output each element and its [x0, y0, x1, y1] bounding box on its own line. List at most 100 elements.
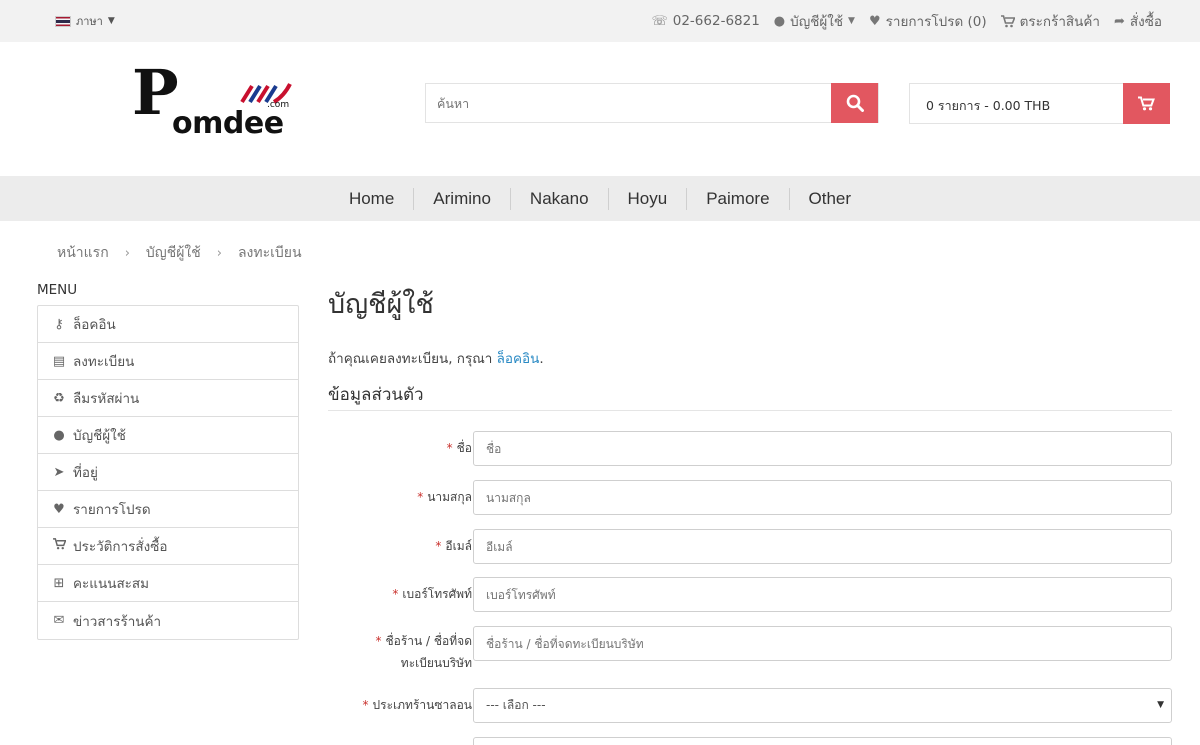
lastname-field[interactable] [473, 480, 1172, 515]
sidebar-item-wishlist[interactable]: ♥ รายการโปรด [38, 491, 298, 528]
nav-item-hoyu[interactable]: Hoyu [609, 189, 687, 209]
phone-link[interactable]: ☏ 02-662-6821 [651, 10, 759, 32]
envelope-icon: ✉ [53, 613, 65, 628]
logo-wordmark: omdee [172, 106, 284, 141]
company-label: * ชื่อร้าน / ชื่อที่จด ทะเบียนบริษัท [375, 634, 473, 670]
breadcrumb-account[interactable]: บัญชีผู้ใช้ [146, 242, 201, 264]
nav-item-home[interactable]: Home [330, 189, 413, 209]
sidebar-item-newsletter[interactable]: ✉ ข่าวสารร้านค้า [38, 602, 298, 639]
cart-icon [51, 538, 67, 554]
form-row-salon-type: * ประเภทร้านซาลอน --- เลือก --- ▼ [328, 688, 1172, 723]
account-label: บัญชีผู้ใช้ [790, 14, 844, 30]
next-field[interactable] [473, 737, 1172, 745]
sidebar-item-reward-points[interactable]: ⊞ คะแนนสะสม [38, 565, 298, 602]
search-box [425, 83, 879, 123]
caret-down-icon: ▼ [1157, 700, 1164, 710]
nav-item-nakano[interactable]: Nakano [511, 189, 608, 209]
form-row-firstname: * ชื่อ [328, 431, 1172, 466]
firstname-label: * ชื่อ [446, 441, 472, 455]
user-icon: ● [53, 427, 65, 443]
wishlist-link[interactable]: ♥ รายการโปรด (0) [869, 10, 987, 32]
sidebar-item-login[interactable]: ⚷ ล็อคอิน [38, 306, 298, 343]
search-icon [846, 94, 864, 112]
key-icon: ⚷ [54, 316, 64, 332]
sidebar-item-label: ข่าวสารร้านค้า [73, 613, 162, 630]
location-arrow-icon: ➤ [53, 464, 65, 480]
sidebar-item-label: บัญชีผู้ใช้ [73, 428, 126, 444]
lastname-label: * นามสกุล [417, 490, 472, 504]
form-row-lastname: * นามสกุล [328, 480, 1172, 515]
chevron-right-icon: › [216, 245, 222, 261]
phone-label: * เบอร์โทรศัพท์ [392, 587, 472, 601]
section-heading: ข้อมูลส่วนตัว [328, 381, 1172, 411]
main-navigation: Home Arimino Nakano Hoyu Paimore Other [0, 176, 1200, 221]
sidebar-item-label: ลงทะเบียน [73, 354, 135, 370]
language-label: ภาษา [76, 15, 103, 28]
top-bar: ภาษา ▼ ☏ 02-662-6821 ● บัญชีผู้ใช้ ▼ ♥ ร… [0, 0, 1200, 42]
login-prompt-end: . [539, 351, 544, 367]
account-dropdown[interactable]: ● บัญชีผู้ใช้ ▼ [774, 10, 855, 32]
thai-flag-icon [55, 15, 71, 27]
recycle-icon: ♻ [53, 390, 65, 406]
sidebar-title: MENU [37, 282, 78, 298]
sidebar-item-label: ประวัติการสั่งซื้อ [73, 539, 168, 555]
nav-item-paimore[interactable]: Paimore [687, 189, 788, 209]
email-label: * อีเมล์ [435, 539, 472, 553]
heart-icon: ♥ [868, 13, 881, 29]
shopping-cart-icon [1000, 14, 1015, 27]
cart-label: ตระกร้าสินค้า [1019, 14, 1100, 30]
sidebar-item-label: ลืมรหัสผ่าน [73, 391, 140, 407]
wishlist-label: รายการโปรด (0) [885, 14, 987, 30]
login-link[interactable]: ล็อคอิน [497, 351, 540, 367]
salon-type-label: * ประเภทร้านซาลอน [362, 698, 472, 712]
sidebar-item-label: ล็อคอิน [73, 317, 116, 333]
sidebar-item-account[interactable]: ● บัญชีผู้ใช้ [38, 417, 298, 454]
checkout-link[interactable]: ➦ สั่งซื้อ [1114, 10, 1162, 32]
nav-item-arimino[interactable]: Arimino [414, 189, 510, 209]
form-row-phone: * เบอร์โทรศัพท์ [328, 577, 1172, 612]
page-title: บัญชีผู้ใช้ [328, 289, 434, 320]
sidebar-item-label: ที่อยู่ [73, 465, 98, 481]
sidebar-item-register[interactable]: ▤ ลงทะเบียน [38, 343, 298, 380]
sidebar-item-label: รายการโปรด [73, 502, 151, 518]
cart-link[interactable]: ตระกร้าสินค้า [1000, 10, 1100, 32]
firstname-field[interactable] [473, 431, 1172, 466]
gift-icon: ⊞ [53, 575, 65, 591]
search-button[interactable] [831, 83, 878, 123]
cart-button[interactable] [1123, 83, 1170, 124]
heart-icon: ♥ [53, 501, 65, 517]
form-row-company: * ชื่อร้าน / ชื่อที่จด ทะเบียนบริษัท [328, 626, 1172, 674]
email-field[interactable] [473, 529, 1172, 564]
breadcrumb-home[interactable]: หน้าแรก [57, 242, 109, 264]
language-selector[interactable]: ภาษา ▼ [55, 12, 115, 30]
caret-down-icon: ▼ [848, 16, 855, 26]
sidebar-item-forgot-password[interactable]: ♻ ลืมรหัสผ่าน [38, 380, 298, 417]
shopping-cart-icon [1138, 96, 1155, 111]
breadcrumb: หน้าแรก › บัญชีผู้ใช้ › ลงทะเบียน [57, 242, 302, 264]
phone-field[interactable] [473, 577, 1172, 612]
breadcrumb-register[interactable]: ลงทะเบียน [238, 242, 302, 264]
sidebar-item-order-history[interactable]: ประวัติการสั่งซื้อ [38, 528, 298, 565]
nav-item-other[interactable]: Other [790, 189, 871, 209]
id-card-icon: ▤ [52, 353, 66, 369]
sidebar-item-address[interactable]: ➤ ที่อยู่ [38, 454, 298, 491]
phone-icon: ☏ [651, 13, 668, 29]
form-row-next [328, 737, 1172, 745]
caret-down-icon: ▼ [107, 16, 115, 26]
salon-type-selected: --- เลือก --- [486, 698, 546, 712]
site-logo[interactable]: P omdee .com [132, 60, 297, 148]
share-icon: ➦ [1113, 13, 1125, 29]
chevron-right-icon: › [124, 245, 130, 261]
cart-widget[interactable]: 0 รายการ - 0.00 THB [909, 83, 1170, 124]
phone-number: 02-662-6821 [672, 13, 760, 29]
sidebar-menu: ⚷ ล็อคอิน ▤ ลงทะเบียน ♻ ลืมรหัสผ่าน ● บั… [37, 305, 299, 640]
checkout-label: สั่งซื้อ [1129, 14, 1162, 30]
login-prompt-text: ถ้าคุณเคยลงทะเบียน, กรุณา [328, 351, 497, 367]
cart-summary: 0 รายการ - 0.00 THB [926, 98, 1051, 113]
salon-type-select[interactable]: --- เลือก --- ▼ [473, 688, 1172, 723]
search-input[interactable] [426, 84, 833, 122]
company-field[interactable] [473, 626, 1172, 661]
login-prompt: ถ้าคุณเคยลงทะเบียน, กรุณา ล็อคอิน. [328, 347, 544, 369]
form-row-email: * อีเมล์ [328, 529, 1172, 564]
sidebar-item-label: คะแนนสะสม [73, 576, 150, 592]
